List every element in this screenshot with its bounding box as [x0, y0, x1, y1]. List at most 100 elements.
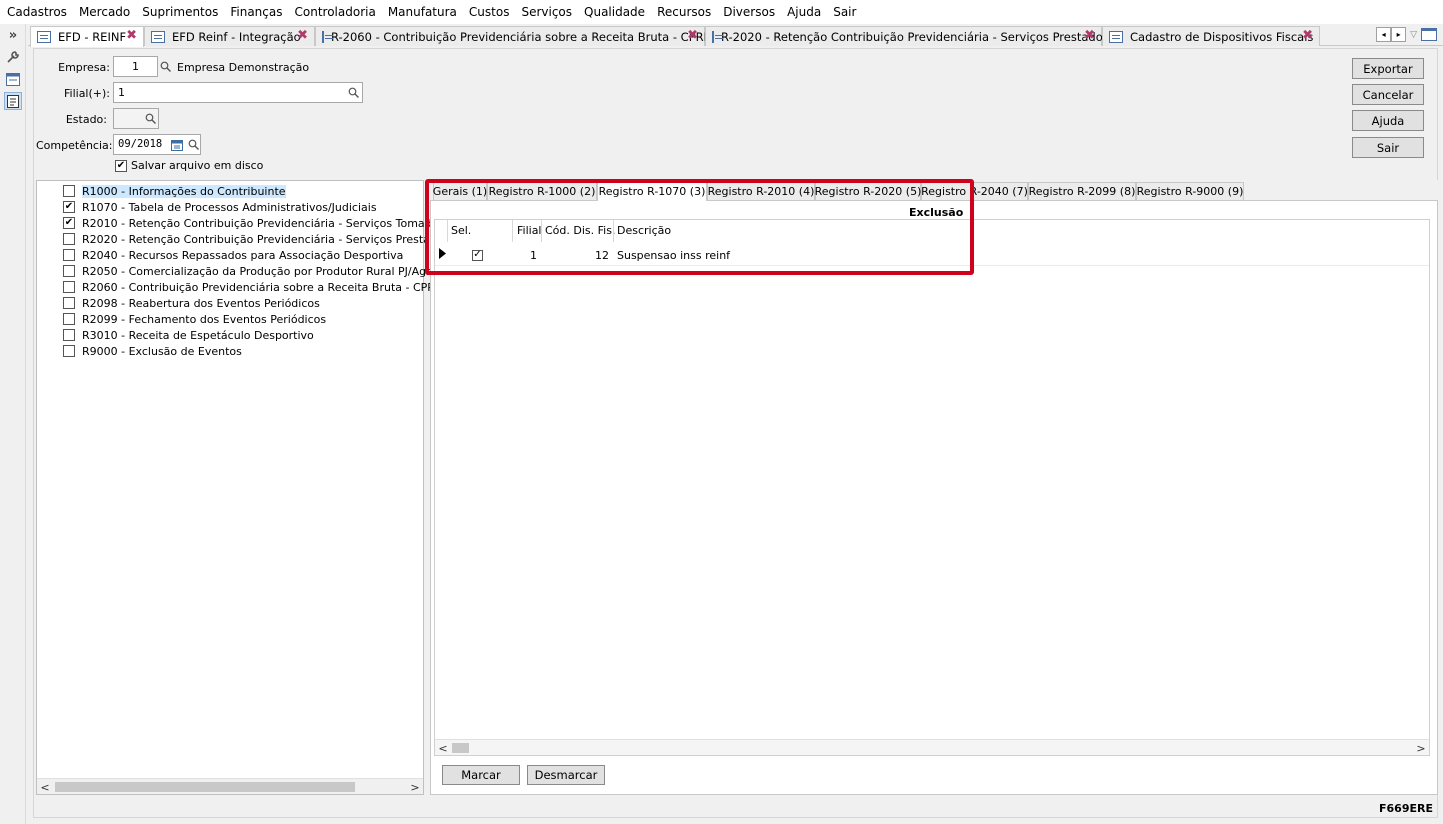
tab-dispositivos-fiscais[interactable]: Cadastro de Dispositivos Fiscais ✖: [1102, 26, 1320, 46]
tab-label: Cadastro de Dispositivos Fiscais: [1130, 29, 1314, 44]
menu-cadastros[interactable]: Cadastros: [2, 0, 72, 24]
menu-custos[interactable]: Custos: [464, 0, 515, 24]
event-item[interactable]: R1000 - Informações do Contribuinte: [63, 183, 286, 199]
search-icon[interactable]: [185, 135, 201, 154]
calendar-icon[interactable]: [169, 135, 185, 154]
event-checkbox[interactable]: [63, 329, 75, 341]
event-checkbox[interactable]: ✔: [63, 201, 75, 213]
close-icon[interactable]: ✖: [297, 28, 308, 43]
expand-icon[interactable]: »: [4, 26, 22, 44]
event-checkbox[interactable]: [63, 185, 75, 197]
close-icon[interactable]: ✖: [1084, 28, 1095, 43]
sair-button[interactable]: Sair: [1352, 137, 1424, 158]
event-item[interactable]: R3010 - Receita de Espetáculo Desportivo: [63, 327, 314, 343]
scroll-right-icon[interactable]: >: [407, 779, 423, 795]
scroll-left-icon[interactable]: <: [37, 779, 53, 795]
filial-label: Filial(+):: [64, 87, 110, 100]
cancelar-button[interactable]: Cancelar: [1352, 84, 1424, 105]
empresa-field[interactable]: 1: [113, 56, 158, 77]
event-checkbox[interactable]: [63, 297, 75, 309]
event-label: R2040 - Recursos Repassados para Associa…: [82, 248, 404, 262]
event-label: R1070 - Tabela de Processos Administrati…: [82, 200, 377, 214]
event-item[interactable]: R2060 - Contribuição Previdenciária sobr…: [63, 279, 442, 295]
window-icon: [1109, 30, 1123, 43]
tab-label: R-2060 - Contribuição Previdenciária sob…: [331, 29, 712, 44]
grid-hscrollbar[interactable]: < >: [435, 739, 1429, 755]
salvar-checkbox[interactable]: ✔: [115, 159, 127, 172]
event-list: R1000 - Informações do Contribuinte ✔ R107…: [36, 180, 449, 795]
scroll-left-icon[interactable]: <: [435, 740, 451, 756]
event-label: R1000 - Informações do Contribuinte: [82, 184, 286, 198]
event-checkbox[interactable]: ✔: [63, 217, 75, 229]
empresa-name: Empresa Demonstração: [177, 61, 310, 74]
event-label: R2010 - Retenção Contribuição Previdenci…: [82, 216, 445, 230]
salvar-label: Salvar arquivo em disco: [131, 159, 264, 172]
scroll-thumb[interactable]: [452, 743, 469, 753]
desmarcar-button[interactable]: Desmarcar: [527, 765, 605, 785]
status-code: F669ERE: [1379, 802, 1433, 815]
ajuda-button[interactable]: Ajuda: [1352, 110, 1424, 131]
menu-mercado[interactable]: Mercado: [74, 0, 135, 24]
menu-manufatura[interactable]: Manufatura: [383, 0, 462, 24]
event-checkbox[interactable]: [63, 265, 75, 277]
event-label: R2050 - Comercialização da Produção por …: [82, 264, 448, 278]
tab-r2060[interactable]: R-2060 - Contribuição Previdenciária sob…: [315, 26, 712, 46]
wrench-icon[interactable]: [4, 48, 22, 66]
event-checkbox[interactable]: [63, 249, 75, 261]
search-icon[interactable]: [157, 57, 173, 76]
marcar-button[interactable]: Marcar: [442, 765, 520, 785]
event-checkbox[interactable]: [63, 233, 75, 245]
event-label: R9000 - Exclusão de Eventos: [82, 344, 242, 358]
event-label: R2020 - Retenção Contribuição Previdenci…: [82, 232, 450, 246]
event-item[interactable]: R9000 - Exclusão de Eventos: [63, 343, 242, 359]
menu-servicos[interactable]: Serviços: [516, 0, 577, 24]
salvar-arquivo-option[interactable]: ✔ Salvar arquivo em disco: [115, 159, 263, 172]
event-label: R3010 - Receita de Espetáculo Desportivo: [82, 328, 314, 342]
event-label: R2099 - Fechamento dos Eventos Periódico…: [82, 312, 327, 326]
tab-registro-r2099[interactable]: Registro R-2099 (8): [1028, 182, 1136, 200]
event-item[interactable]: R2099 - Fechamento dos Eventos Periódico…: [63, 311, 326, 327]
tab-label: EFD Reinf - Integração: [172, 29, 301, 44]
event-item[interactable]: R2020 - Retenção Contribuição Previdenci…: [63, 231, 449, 247]
exportar-button[interactable]: Exportar: [1352, 58, 1424, 79]
event-item[interactable]: ✔ R1070 - Tabela de Processos Administrat…: [63, 199, 377, 215]
event-checkbox[interactable]: [63, 313, 75, 325]
event-checkbox[interactable]: [63, 345, 75, 357]
event-label: R2098 - Reabertura dos Eventos Periódico…: [82, 296, 320, 310]
tab-navigation: ◂ ▸ ▽: [1376, 27, 1437, 42]
event-item[interactable]: R2040 - Recursos Repassados para Associa…: [63, 247, 403, 263]
maximize-window-icon[interactable]: [1421, 28, 1437, 41]
event-checkbox[interactable]: [63, 281, 75, 293]
menu-ajuda[interactable]: Ajuda: [782, 0, 826, 24]
event-list-hscrollbar[interactable]: < >: [37, 778, 423, 794]
scroll-thumb[interactable]: [55, 782, 355, 792]
window-icon: [712, 30, 723, 43]
menu-qualidade[interactable]: Qualidade: [579, 0, 650, 24]
tab-efd-reinf[interactable]: EFD - REINF ✖: [30, 26, 144, 47]
event-item[interactable]: ✔ R2010 - Retenção Contribuição Previdenc…: [63, 215, 444, 231]
menu-controladoria[interactable]: Controladoria: [290, 0, 381, 24]
close-icon[interactable]: ✖: [126, 28, 137, 43]
menu-financas[interactable]: Finanças: [225, 0, 287, 24]
tab-list-dropdown-icon[interactable]: ▽: [1410, 30, 1417, 40]
scroll-right-icon[interactable]: >: [1413, 740, 1429, 756]
close-icon[interactable]: ✖: [687, 28, 698, 43]
menu-diversos[interactable]: Diversos: [718, 0, 780, 24]
report-icon[interactable]: [4, 92, 22, 110]
menu-recursos[interactable]: Recursos: [652, 0, 716, 24]
menu-sair[interactable]: Sair: [828, 0, 861, 24]
search-icon[interactable]: [345, 83, 361, 102]
tab-r2020[interactable]: R-2020 - Retenção Contribuição Previdenc…: [705, 26, 1109, 46]
next-tab-button[interactable]: ▸: [1391, 27, 1407, 42]
empresa-label: Empresa:: [58, 61, 110, 74]
tab-efd-reinf-integracao[interactable]: EFD Reinf - Integração ✖: [144, 26, 315, 46]
prev-tab-button[interactable]: ◂: [1376, 27, 1392, 42]
close-icon[interactable]: ✖: [1302, 28, 1313, 43]
filial-field[interactable]: 1: [113, 82, 363, 103]
event-item[interactable]: R2098 - Reabertura dos Eventos Periódico…: [63, 295, 320, 311]
event-item[interactable]: R2050 - Comercialização da Produção por …: [63, 263, 447, 279]
menu-suprimentos[interactable]: Suprimentos: [137, 0, 223, 24]
tab-registro-r9000[interactable]: Registro R-9000 (9): [1136, 182, 1244, 200]
search-icon[interactable]: [142, 109, 158, 128]
form-icon[interactable]: [4, 70, 22, 88]
